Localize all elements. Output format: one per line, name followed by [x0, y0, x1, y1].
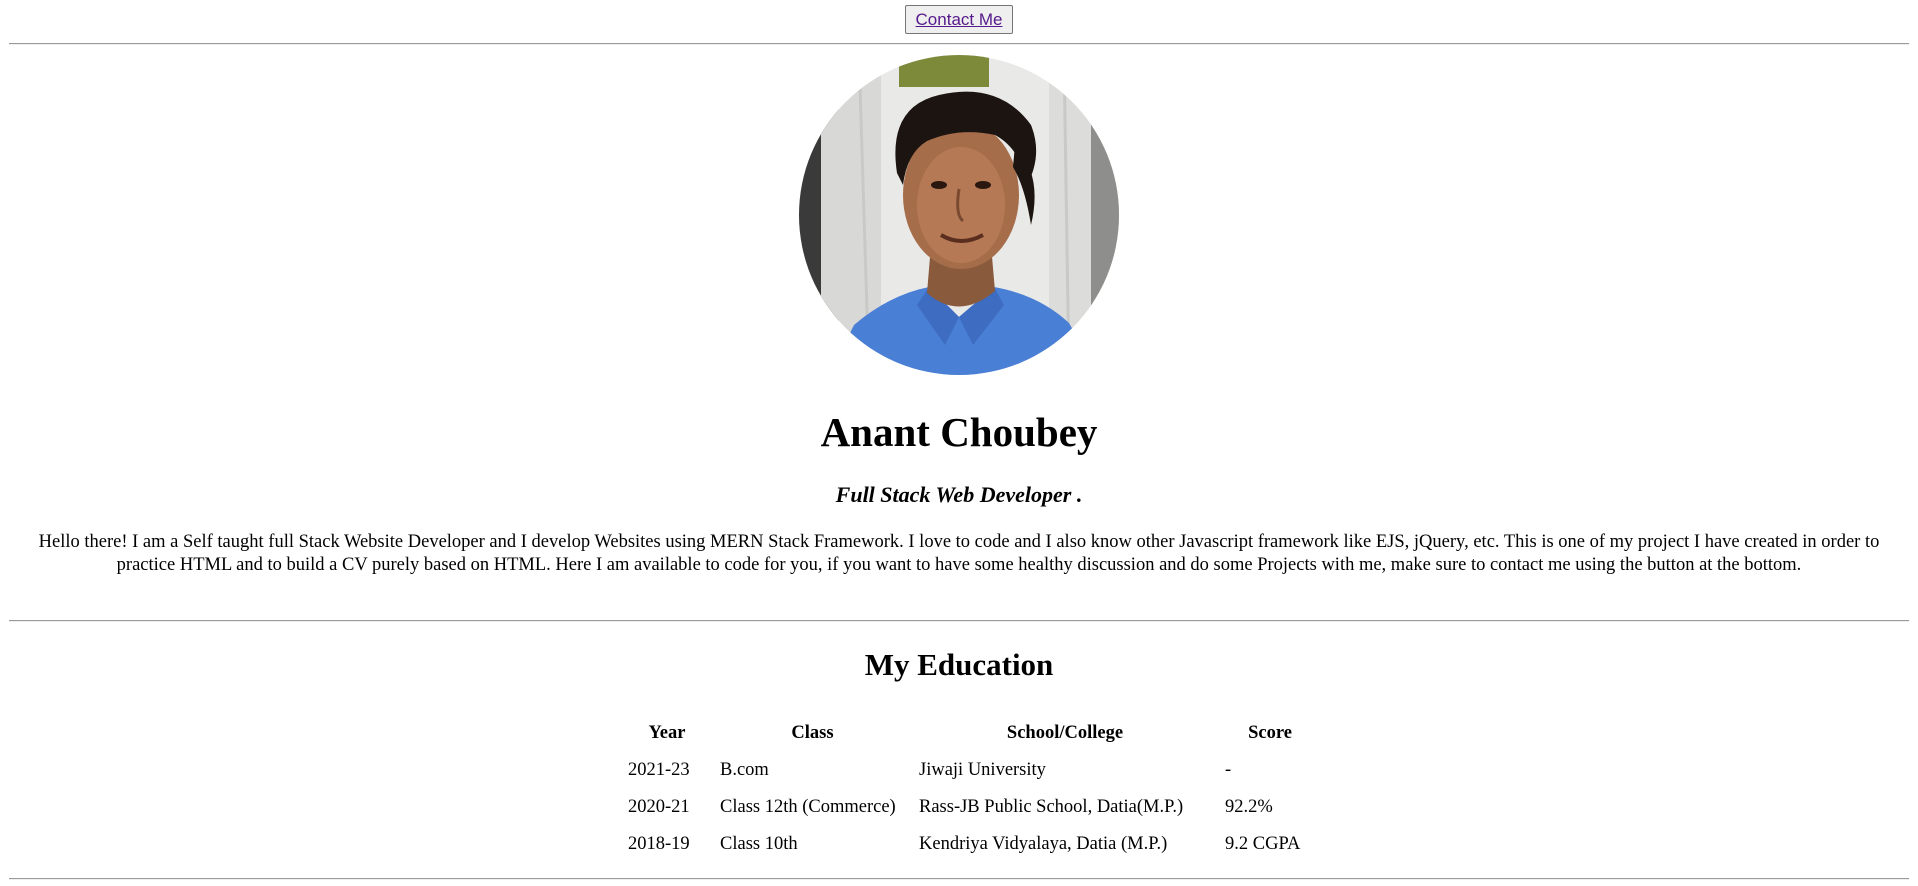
profile-photo-icon	[799, 55, 1119, 375]
education-table: Year Class School/College Score 2021-23 …	[619, 714, 1324, 863]
column-header-year: Year	[648, 722, 686, 743]
profile-bio: Hello there! I am a Self taught full Sta…	[38, 532, 1880, 575]
contact-me-button[interactable]: Contact Me	[904, 5, 1014, 34]
cv-page: Contact Me Anant Choubey Full Stack Web …	[0, 0, 1918, 886]
education-title: My Education	[864, 647, 1054, 682]
education-header-row: Year Class School/College Score	[623, 714, 1320, 752]
contact-bar: Contact Me	[0, 5, 1918, 34]
column-header-score: Score	[1248, 722, 1292, 743]
cell-class: Class 10th	[720, 834, 798, 854]
divider-top	[9, 43, 1909, 45]
column-header-class: Class	[791, 722, 834, 743]
cell-score: 92.2%	[1225, 797, 1273, 817]
cell-class: B.com	[720, 760, 769, 780]
cell-score: 9.2 CGPA	[1225, 834, 1301, 854]
cell-year: 2018-19	[628, 834, 690, 854]
column-header-school: School/College	[1006, 722, 1124, 743]
cell-year: 2020-21	[628, 797, 690, 817]
profile-name: Anant Choubey	[820, 409, 1098, 455]
profile-photo	[799, 55, 1119, 375]
cell-school: Rass-JB Public School, Datia(M.P.)	[919, 797, 1184, 817]
profile-subtitle: Full Stack Web Developer .	[835, 482, 1083, 507]
table-row: 2018-19 Class 10th Kendriya Vidyalaya, D…	[623, 826, 1320, 863]
cell-school: Kendriya Vidyalaya, Datia (M.P.)	[919, 834, 1168, 854]
cell-class: Class 12th (Commerce)	[720, 797, 896, 817]
table-row: 2020-21 Class 12th (Commerce) Rass-JB Pu…	[623, 789, 1320, 826]
cell-score: -	[1225, 760, 1232, 780]
table-row: 2021-23 B.com Jiwaji University -	[623, 752, 1320, 789]
cell-year: 2021-23	[628, 760, 690, 780]
divider-middle	[9, 620, 1909, 622]
cell-school: Jiwaji University	[919, 760, 1046, 780]
divider-bottom	[9, 878, 1909, 880]
